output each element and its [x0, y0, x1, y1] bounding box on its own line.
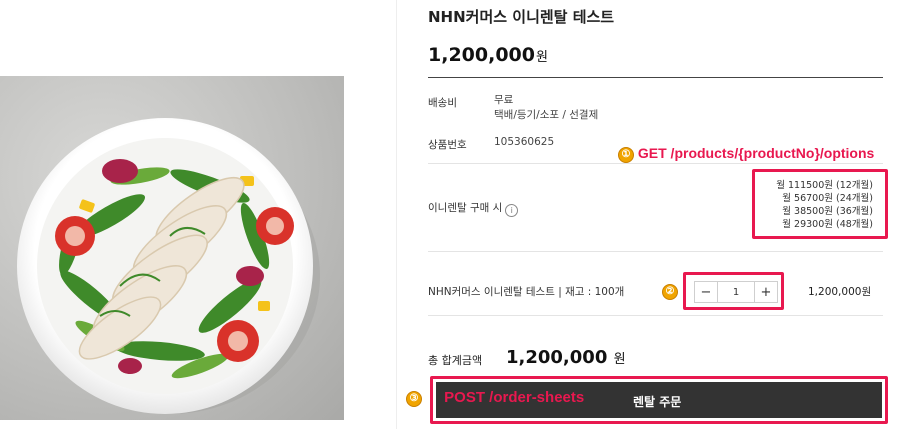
- quantity-input[interactable]: [718, 282, 754, 302]
- annotation-2: ②: [662, 284, 678, 300]
- rental-plans-box: 월 111500원 (12개월) 월 56700원 (24개월) 월 38500…: [752, 169, 888, 239]
- rental-plan-24: 월 56700원 (24개월): [782, 193, 873, 204]
- shipping-label: 배송비: [428, 97, 457, 109]
- selected-option-name: NHN커머스 이니렌탈 테스트 | 재고 : 100개: [428, 286, 625, 298]
- product-number-label: 상품번호: [428, 139, 467, 151]
- total-amount-unit: 원: [613, 352, 626, 367]
- total-amount-value: 1,200,000: [506, 347, 608, 368]
- section-divider: [428, 163, 883, 164]
- info-icon[interactable]: i: [505, 204, 519, 217]
- annotation-1: ① GET /products/{productNo}/options: [618, 145, 874, 163]
- price-unit: 원: [535, 50, 548, 65]
- total-label: 총 합계금액: [428, 354, 483, 367]
- rental-plan-36: 월 38500원 (36개월): [782, 206, 873, 217]
- annotation-3-text: POST /order-sheets: [444, 389, 585, 406]
- column-divider: [396, 0, 397, 429]
- annotation-3: ③ POST /order-sheets: [406, 389, 584, 407]
- quantity-stepper[interactable]: − +: [694, 281, 778, 303]
- decrease-quantity-button[interactable]: −: [695, 282, 718, 302]
- shipping-value: 무료 택배/등기/소포 / 선결제: [494, 93, 598, 123]
- shipping-fee: 무료: [494, 94, 514, 106]
- rental-label-text: 이니렌탈 구매 시: [428, 202, 503, 214]
- rental-order-label[interactable]: 렌탈 주문: [633, 393, 681, 410]
- section-divider: [428, 251, 883, 252]
- salad-bowl-illustration: [17, 118, 320, 414]
- annotation-1-text: GET /products/{productNo}/options: [637, 145, 875, 161]
- section-divider: [428, 315, 883, 316]
- annotation-2-marker: ②: [662, 284, 678, 300]
- shipping-method: 택배/등기/소포 / 선결제: [494, 109, 599, 121]
- product-title: NHN커머스 이니렌탈 테스트: [428, 8, 615, 26]
- price-divider: [428, 77, 883, 78]
- rental-label: 이니렌탈 구매 시i: [428, 200, 519, 217]
- product-price: 1,200,000원: [428, 44, 548, 66]
- rental-plan-48: 월 29300원 (48개월): [782, 219, 873, 230]
- increase-quantity-button[interactable]: +: [754, 282, 777, 302]
- price-amount: 1,200,000: [428, 44, 535, 66]
- total-amount: 1,200,000 원: [506, 347, 626, 368]
- product-number-value: 105360625: [494, 136, 555, 148]
- annotation-1-marker: ①: [618, 147, 634, 163]
- annotation-3-marker: ③: [406, 391, 422, 407]
- rental-plan-12: 월 111500원 (12개월): [776, 180, 873, 191]
- product-image: [0, 76, 344, 420]
- option-price: 1,200,000원: [808, 286, 872, 298]
